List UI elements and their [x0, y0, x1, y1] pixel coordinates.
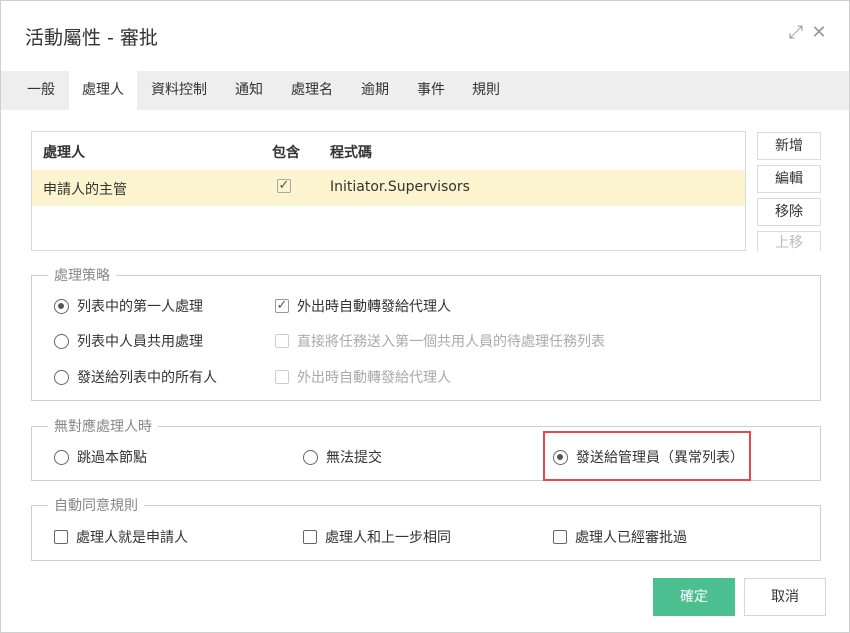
option-label: 處理人和上一步相同 — [325, 530, 451, 546]
auto-approve-legend: 自動同意規則 — [54, 498, 138, 514]
strategy-all-radio[interactable]: 發送給列表中的所有人 — [54, 367, 217, 387]
column-header-handler: 處理人 — [43, 145, 85, 161]
option-label: 列表中的第一人處理 — [77, 299, 203, 315]
add-button[interactable]: 新增 — [757, 132, 821, 160]
cannot-submit-radio[interactable]: 無法提交 — [303, 447, 382, 467]
auto-forward-disabled-checkbox[interactable]: 外出時自動轉發給代理人 — [275, 367, 451, 387]
option-label: 處理人已經審批過 — [575, 530, 687, 546]
radio-icon — [54, 449, 69, 465]
radio-icon — [54, 369, 69, 385]
cell-code: Initiator.Supervisors — [330, 179, 470, 195]
option-label: 直接將任務送入第一個共用人員的待處理任務列表 — [297, 334, 605, 350]
checkbox-icon — [54, 530, 68, 544]
tab-general[interactable]: 一般 — [13, 71, 69, 110]
strategy-first-person-radio[interactable]: 列表中的第一人處理 — [54, 296, 203, 316]
highlight-box — [543, 431, 751, 481]
move-up-button[interactable]: 上移 — [757, 231, 821, 251]
direct-send-checkbox[interactable]: 直接將任務送入第一個共用人員的待處理任務列表 — [275, 331, 605, 351]
checkbox-icon — [275, 334, 289, 348]
checkbox-icon — [303, 530, 317, 544]
dialog-window: 活動屬性 - 審批 ⤢ ✕ 一般 處理人 資料控制 通知 處理名 逾期 事件 規… — [0, 0, 850, 633]
option-label: 跳過本節點 — [77, 450, 147, 466]
ok-button[interactable]: 確定 — [653, 578, 735, 616]
option-label: 發送給列表中的所有人 — [77, 370, 217, 386]
checkbox-icon — [553, 530, 567, 544]
option-label: 外出時自動轉發給代理人 — [297, 299, 451, 315]
table-header: 處理人 包含 程式碼 — [32, 132, 745, 170]
tab-events[interactable]: 事件 — [407, 71, 455, 110]
tab-data-control[interactable]: 資料控制 — [141, 71, 217, 110]
already-approved-checkbox[interactable]: 處理人已經審批過 — [553, 527, 687, 547]
tab-bar: 一般 處理人 資料控制 通知 處理名 逾期 事件 規則 — [1, 71, 849, 110]
same-as-previous-checkbox[interactable]: 處理人和上一步相同 — [303, 527, 451, 547]
handler-is-applicant-checkbox[interactable]: 處理人就是申請人 — [54, 527, 188, 547]
radio-icon — [303, 449, 318, 465]
tab-notify[interactable]: 通知 — [225, 71, 273, 110]
checkbox-checked-icon: ✓ — [277, 178, 291, 193]
strategy-legend: 處理策略 — [54, 268, 110, 284]
checkbox-checked-icon: ✓ — [275, 298, 289, 313]
tab-overdue[interactable]: 逾期 — [351, 71, 399, 110]
column-header-include: 包含 — [272, 145, 300, 161]
column-header-code: 程式碼 — [330, 145, 372, 161]
maximize-icon[interactable]: ⤢ — [786, 23, 806, 43]
cell-handler: 申請人的主管 — [43, 182, 127, 198]
cancel-button[interactable]: 取消 — [744, 578, 826, 616]
remove-button[interactable]: 移除 — [757, 198, 821, 226]
radio-checked-icon — [54, 298, 69, 314]
edit-button[interactable]: 編輯 — [757, 165, 821, 193]
table-row[interactable]: 申請人的主管 ✓ Initiator.Supervisors — [32, 170, 745, 206]
strategy-shared-radio[interactable]: 列表中人員共用處理 — [54, 331, 203, 351]
dialog-title: 活動屬性 - 審批 — [25, 27, 158, 49]
include-checkbox[interactable]: ✓ — [277, 177, 291, 193]
checkbox-icon — [275, 370, 289, 384]
option-label: 處理人就是申請人 — [76, 530, 188, 546]
tab-handler-name[interactable]: 處理名 — [281, 71, 343, 110]
auto-forward-checkbox[interactable]: ✓ 外出時自動轉發給代理人 — [275, 296, 451, 316]
skip-node-radio[interactable]: 跳過本節點 — [54, 447, 147, 467]
option-label: 列表中人員共用處理 — [77, 334, 203, 350]
radio-icon — [54, 333, 69, 349]
title-bar: 活動屬性 - 審批 ⤢ ✕ — [1, 1, 849, 69]
close-icon[interactable]: ✕ — [809, 23, 829, 43]
option-label: 無法提交 — [326, 450, 382, 466]
handler-table: 處理人 包含 程式碼 申請人的主管 ✓ Initiator.Supervisor… — [31, 131, 746, 251]
tab-handler[interactable]: 處理人 — [69, 71, 137, 110]
no-handler-legend: 無對應處理人時 — [54, 419, 152, 435]
tab-rules[interactable]: 規則 — [463, 71, 509, 110]
option-label: 外出時自動轉發給代理人 — [297, 370, 451, 386]
